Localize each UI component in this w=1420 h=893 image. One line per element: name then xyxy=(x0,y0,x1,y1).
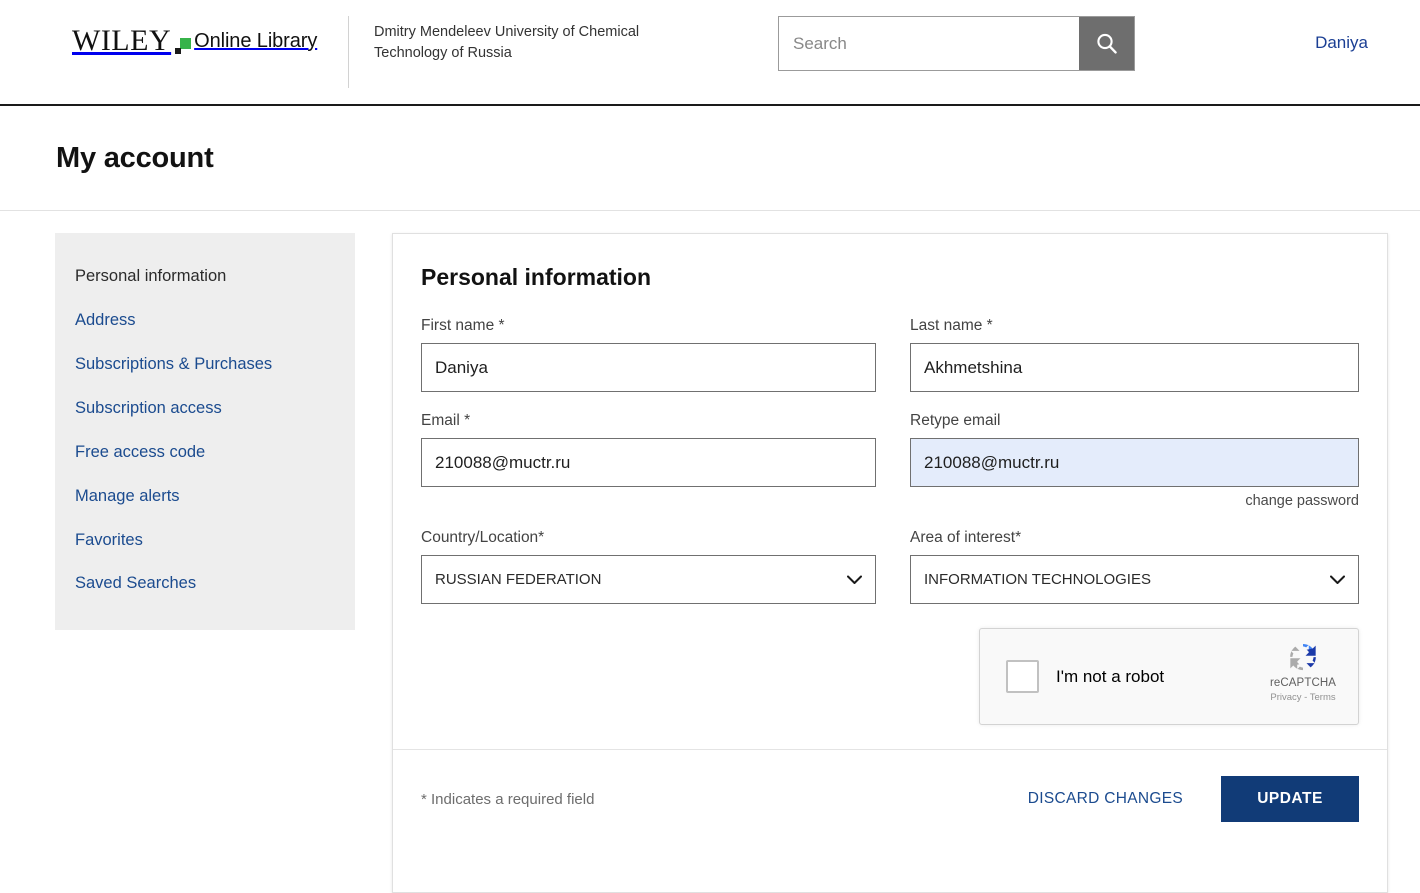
sidebar-item-address[interactable]: Address xyxy=(55,299,355,343)
country-field: Country/Location* RUSSIAN FEDERATION xyxy=(421,529,876,604)
email-field: Email * xyxy=(421,412,876,509)
account-sidebar: Personal information Address Subscriptio… xyxy=(55,233,355,630)
recaptcha-widget[interactable]: I'm not a robot reCAPTCHA Privacy - Term… xyxy=(979,628,1359,725)
discard-changes-button[interactable]: DISCARD CHANGES xyxy=(1028,790,1183,808)
first-name-field: First name * xyxy=(421,317,876,392)
first-name-input[interactable] xyxy=(421,343,876,392)
personal-information-card: Personal information First name * Last n… xyxy=(392,233,1388,893)
sidebar-item-favorites[interactable]: Favorites xyxy=(55,519,355,563)
user-account-link[interactable]: Daniya xyxy=(1315,33,1368,53)
wiley-wordmark: WILEY xyxy=(72,26,171,56)
country-label: Country/Location* xyxy=(421,529,876,547)
sidebar-item-subscription-access[interactable]: Subscription access xyxy=(55,387,355,431)
retype-email-label: Retype email xyxy=(910,412,1359,430)
sidebar-item-subscriptions-purchases[interactable]: Subscriptions & Purchases xyxy=(55,343,355,387)
site-header: WILEY Online Library Dmitry Mendeleev Un… xyxy=(0,0,1420,106)
area-of-interest-field: Area of interest* INFORMATION TECHNOLOGI… xyxy=(910,529,1359,604)
recaptcha-checkbox[interactable] xyxy=(1006,660,1039,693)
wiley-online-library-logo[interactable]: WILEY Online Library xyxy=(72,26,317,56)
page-title: My account xyxy=(0,142,214,175)
institution-name: Dmitry Mendeleev University of Chemical … xyxy=(374,22,704,63)
area-of-interest-select[interactable]: INFORMATION TECHNOLOGIES xyxy=(910,555,1359,604)
search-input[interactable] xyxy=(779,17,1079,70)
country-select[interactable]: RUSSIAN FEDERATION xyxy=(421,555,876,604)
card-heading: Personal information xyxy=(421,264,1359,291)
recaptcha-logo-icon xyxy=(1284,638,1322,676)
email-input[interactable] xyxy=(421,438,876,487)
search-bar[interactable] xyxy=(778,16,1135,71)
search-icon xyxy=(1094,31,1120,57)
captcha-row: I'm not a robot reCAPTCHA Privacy - Term… xyxy=(421,624,1359,749)
required-field-note: * Indicates a required field xyxy=(421,791,594,808)
recaptcha-brand-name: reCAPTCHA xyxy=(1262,677,1344,691)
last-name-label: Last name * xyxy=(910,317,1359,335)
online-library-wordmark: Online Library xyxy=(194,30,317,53)
retype-email-field: Retype email change password xyxy=(910,412,1359,509)
page-body: Personal information Address Subscriptio… xyxy=(0,211,1420,233)
email-label: Email * xyxy=(421,412,876,430)
header-divider xyxy=(348,16,349,88)
search-button[interactable] xyxy=(1079,17,1134,70)
page-title-bar: My account xyxy=(0,106,1420,211)
wiley-square-mark-icon xyxy=(175,38,191,54)
first-name-label: First name * xyxy=(421,317,876,335)
sidebar-item-saved-searches[interactable]: Saved Searches xyxy=(55,562,355,606)
card-footer: * Indicates a required field DISCARD CHA… xyxy=(393,749,1387,852)
last-name-field: Last name * xyxy=(910,317,1359,392)
recaptcha-branding: reCAPTCHA Privacy - Terms xyxy=(1262,638,1344,703)
update-button[interactable]: UPDATE xyxy=(1221,776,1359,822)
sidebar-item-free-access-code[interactable]: Free access code xyxy=(55,431,355,475)
recaptcha-label: I'm not a robot xyxy=(1056,667,1164,687)
recaptcha-terms[interactable]: Privacy - Terms xyxy=(1262,692,1344,703)
last-name-input[interactable] xyxy=(910,343,1359,392)
sidebar-item-manage-alerts[interactable]: Manage alerts xyxy=(55,475,355,519)
sidebar-item-personal-information[interactable]: Personal information xyxy=(55,255,355,299)
change-password-link[interactable]: change password xyxy=(910,493,1359,509)
retype-email-input[interactable] xyxy=(910,438,1359,487)
personal-information-form: First name * Last name * Email * Retype … xyxy=(421,317,1359,624)
area-of-interest-label: Area of interest* xyxy=(910,529,1359,547)
footer-actions: DISCARD CHANGES UPDATE xyxy=(1028,776,1359,822)
